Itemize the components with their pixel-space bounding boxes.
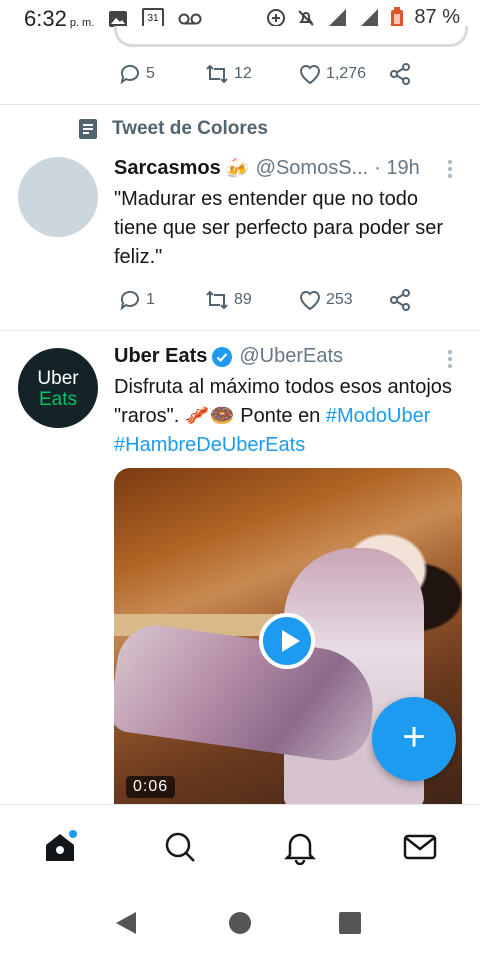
heart-icon (299, 291, 321, 311)
home-nav-icon[interactable] (228, 910, 252, 936)
tweet-text: Disfruta al máximo todos esos antojos "r… (114, 373, 459, 460)
heart-icon (299, 65, 321, 85)
retweet-icon (206, 290, 228, 310)
video-duration: 0:06 (126, 776, 176, 798)
like-button[interactable]: 1,276 (298, 62, 366, 86)
tab-notifications[interactable] (282, 829, 318, 866)
mute-icon (298, 9, 315, 26)
reply-button[interactable]: 5 (118, 62, 155, 86)
recents-icon[interactable] (338, 910, 362, 936)
avatar-text-line1: Uber (37, 368, 79, 389)
tab-home[interactable] (42, 829, 78, 865)
more-options-icon[interactable] (448, 347, 454, 371)
tweet-divider (0, 330, 480, 331)
author-handle[interactable]: @SomosS... (256, 157, 369, 180)
like-count: 1,276 (326, 65, 367, 82)
retweet-button[interactable]: 89 (204, 288, 252, 312)
reply-icon (120, 290, 139, 311)
voicemail-icon (178, 13, 202, 25)
reply-count: 1 (146, 291, 155, 308)
reply-count: 5 (146, 65, 155, 82)
hashtag-link[interactable]: #HambreDeUberEats (114, 434, 305, 456)
bottom-tab-bar (0, 804, 480, 889)
name-emoji: 🍻 (224, 158, 250, 180)
tab-messages[interactable] (402, 829, 438, 865)
like-button[interactable]: 253 (298, 288, 353, 312)
status-ampm: p. m. (69, 17, 95, 29)
share-icon (390, 289, 410, 311)
author-handle[interactable]: @UberEats (239, 345, 343, 368)
verified-badge-icon (212, 346, 233, 367)
retweet-icon (206, 64, 228, 84)
retweet-count: 89 (234, 291, 252, 308)
signal-icon-2 (360, 8, 379, 27)
tweet-text: "Madurar es entender que no todo tiene q… (114, 188, 444, 268)
tab-search[interactable] (162, 829, 198, 865)
home-icon (46, 830, 77, 861)
data-saver-icon (267, 8, 286, 27)
avatar[interactable]: Uber Eats (18, 348, 98, 428)
messages-icon (403, 834, 437, 860)
tweet-time: · 19h (374, 157, 420, 179)
compose-tweet-button[interactable]: + (372, 697, 456, 781)
share-icon (390, 63, 410, 85)
notifications-icon (283, 833, 317, 866)
hashtag-link[interactable]: #ModoUber (326, 405, 431, 427)
topic-text: Tweet de Colores (112, 118, 268, 139)
retweet-button[interactable]: 12 (204, 62, 252, 86)
tweet-divider (0, 104, 480, 105)
list-icon (79, 119, 97, 139)
reply-icon (120, 64, 139, 85)
tweet-header: Sarcasmos 🍻 @SomosS... · 19h (114, 156, 420, 181)
signal-icon (328, 8, 347, 27)
tweet-header: Uber Eats @UberEats (114, 345, 343, 368)
system-nav-bar (0, 888, 480, 960)
share-button[interactable] (388, 62, 412, 86)
author-name[interactable]: Uber Eats (114, 345, 207, 368)
search-icon (165, 832, 195, 862)
avatar-text-line2: Eats (38, 389, 78, 410)
share-button[interactable] (388, 288, 412, 312)
back-icon[interactable] (114, 910, 138, 936)
topic-label[interactable]: Tweet de Colores (78, 118, 268, 140)
previous-media-edge (114, 26, 468, 47)
like-count: 253 (326, 291, 353, 308)
more-options-icon[interactable] (448, 157, 454, 181)
author-name[interactable]: Sarcasmos (114, 157, 221, 180)
retweet-count: 12 (234, 65, 252, 82)
reply-button[interactable]: 1 (118, 288, 155, 312)
status-time: 6:32 p. m. (24, 6, 95, 31)
play-icon[interactable] (259, 613, 315, 669)
avatar[interactable] (18, 157, 98, 237)
